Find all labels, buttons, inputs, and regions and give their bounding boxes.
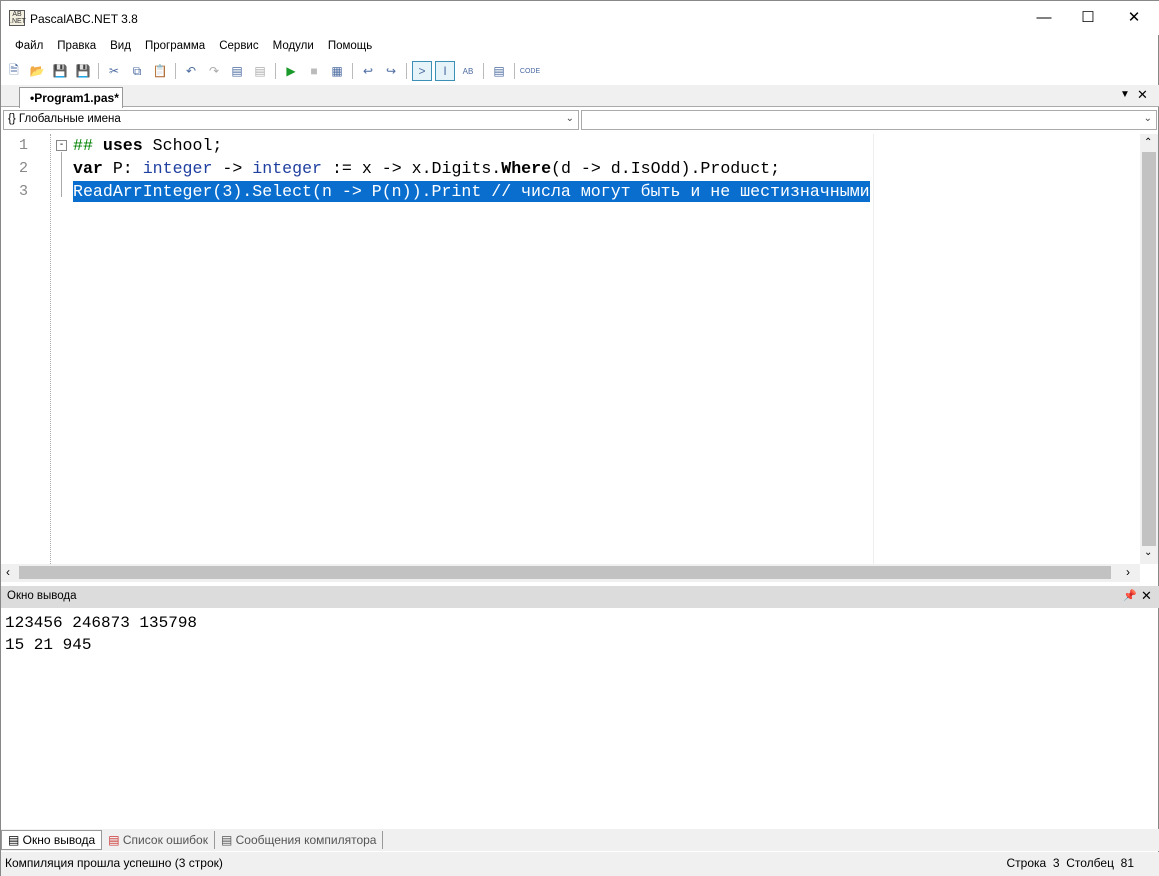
chevron-down-icon: ⌄ — [565, 113, 574, 124]
output-panel-header: Окно вывода — [1, 586, 1159, 608]
copy-icon[interactable]: ⧉ — [127, 61, 147, 81]
stop-icon[interactable]: ■ — [304, 61, 324, 81]
tab-list-chevron-icon[interactable]: ▼ — [1120, 89, 1130, 100]
debug-icon[interactable]: ▦ — [327, 61, 347, 81]
title-bar — [1, 1, 1159, 35]
line-number: 1 — [19, 137, 29, 154]
window-title: PascalABC.NET 3.8 — [30, 12, 138, 26]
scroll-down-icon[interactable]: ⌄ — [1144, 547, 1152, 558]
fold-line — [61, 152, 62, 197]
run-icon[interactable]: ▶ — [281, 61, 301, 81]
bottom-tabs: ▤ Окно вывода ▤ Список ошибок ▤ Сообщени… — [1, 829, 1159, 851]
pin-icon[interactable]: 📌 — [1123, 589, 1137, 602]
scroll-left-icon[interactable]: ‹ — [6, 565, 10, 579]
step-into-icon[interactable]: ↪ — [381, 61, 401, 81]
spellcheck-icon[interactable]: AB — [458, 61, 478, 81]
save-all-icon[interactable]: 💾 — [73, 61, 93, 81]
save-icon[interactable]: 💾 — [50, 61, 70, 81]
scope-combo[interactable]: {} Глобальные имена ⌄ — [3, 110, 579, 130]
close-tab-icon[interactable]: ✕ — [1137, 87, 1148, 103]
menu-file[interactable]: Файл — [8, 37, 50, 55]
output-window-icon[interactable]: > — [412, 61, 432, 81]
menu-view[interactable]: Вид — [103, 37, 138, 55]
open-folder-icon[interactable]: 📂 — [27, 61, 47, 81]
menu-edit[interactable]: Правка — [50, 37, 103, 55]
redo-icon[interactable]: ↷ — [204, 61, 224, 81]
minimize-button[interactable]: — — [1021, 1, 1067, 35]
scroll-right-icon[interactable]: › — [1126, 565, 1130, 579]
undo-icon[interactable]: ↶ — [181, 61, 201, 81]
scroll-up-icon[interactable]: ⌃ — [1144, 137, 1152, 148]
line-number: 3 — [19, 183, 29, 200]
vertical-scroll-thumb[interactable] — [1142, 152, 1156, 546]
cut-icon[interactable]: ✂ — [104, 61, 124, 81]
paste-icon[interactable]: 📋 — [150, 61, 170, 81]
console-icon[interactable]: I — [435, 61, 455, 81]
horizontal-scroll-thumb[interactable] — [19, 566, 1111, 579]
code-line-3-selected: ReadArrInteger(3).Select(n -> P(n)).Prin… — [73, 181, 870, 202]
code-icon[interactable]: CODE — [520, 61, 540, 81]
fold-collapse-icon[interactable]: - — [56, 140, 67, 151]
new-file-icon[interactable]: 🗎 — [4, 61, 24, 81]
gutter-divider — [50, 134, 51, 564]
toolbar: 🗎 📂 💾 💾 ✂ ⧉ 📋 ↶ ↷ ▤ ▤ ▶ ■ ▦ ↩ ↪ > I AB ▤… — [1, 59, 1159, 83]
code-line-2: var P: integer -> integer := x -> x.Digi… — [73, 159, 781, 178]
output-panel-title: Окно вывода — [7, 590, 77, 602]
menu-help[interactable]: Помощь — [321, 37, 379, 55]
right-margin — [873, 134, 874, 564]
tab-strip — [1, 85, 1159, 107]
form-icon[interactable]: ▤ — [489, 61, 509, 81]
format-icon[interactable]: ▤ — [227, 61, 247, 81]
menu-program[interactable]: Программа — [138, 37, 212, 55]
window-icon: ▤ — [8, 833, 23, 847]
tab-compiler-messages[interactable]: ▤ Сообщения компилятора — [215, 831, 384, 849]
menu-modules[interactable]: Модули — [266, 37, 321, 55]
output-area[interactable]: 123456 246873 135798 15 21 945 — [3, 611, 1157, 827]
menu-service[interactable]: Сервис — [212, 37, 265, 55]
code-line-1: ## uses School; — [73, 136, 223, 155]
tab-error-list[interactable]: ▤ Список ошибок — [102, 831, 215, 849]
app-icon: AB .NET — [9, 10, 26, 26]
error-list-icon: ▤ — [108, 833, 123, 847]
tab-output-window[interactable]: ▤ Окно вывода — [1, 830, 103, 850]
status-bar: Компиляция прошла успешно (3 строк) — [1, 852, 1159, 876]
messages-icon: ▤ — [220, 833, 236, 847]
menu-bar: Файл Правка Вид Программа Сервис Модули Помощь — [1, 37, 1159, 57]
maximize-button[interactable]: ☐ — [1065, 1, 1111, 35]
output-line: 15 21 945 — [5, 636, 92, 654]
close-button[interactable]: ✕ — [1111, 1, 1157, 35]
braces-icon: {} — [8, 113, 19, 125]
status-message: Компиляция прошла успешно (3 строк) — [5, 856, 223, 870]
member-combo[interactable]: ⌄ — [581, 110, 1157, 130]
chevron-down-icon: ⌄ — [1143, 113, 1152, 124]
step-over-icon[interactable]: ↩ — [358, 61, 378, 81]
format-next-icon[interactable]: ▤ — [250, 61, 270, 81]
output-line: 123456 246873 135798 — [5, 614, 198, 632]
cursor-position: Строка 3 Столбец 81 — [1006, 856, 1135, 870]
line-number: 2 — [19, 160, 29, 177]
tab-program1[interactable]: •Program1.pas* — [19, 87, 123, 108]
close-output-icon[interactable]: ✕ — [1141, 588, 1152, 604]
